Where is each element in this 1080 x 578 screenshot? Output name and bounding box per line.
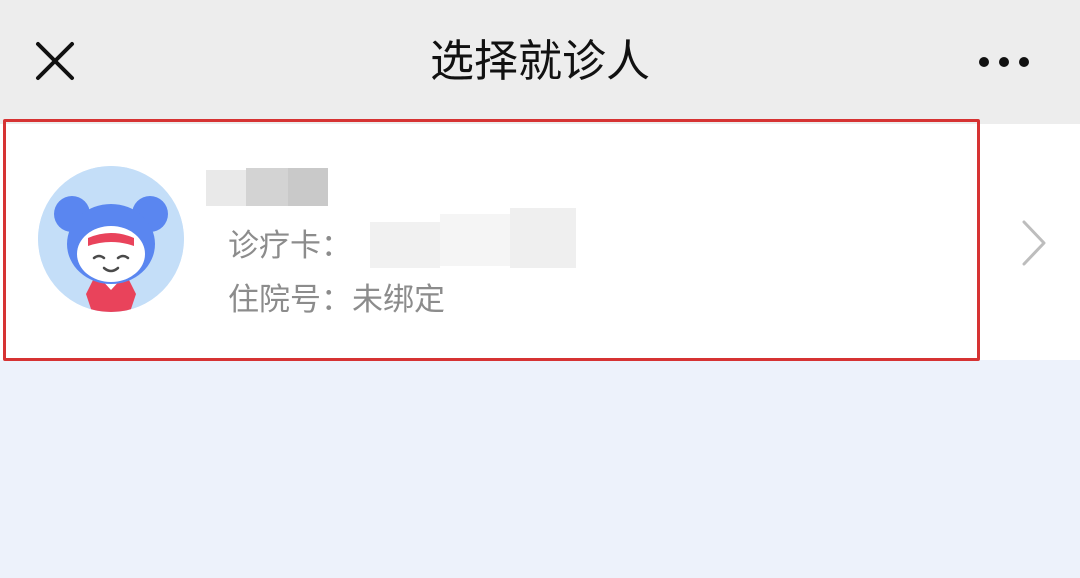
card-number-label: 诊疗卡： — [228, 228, 352, 264]
more-dots-icon — [979, 57, 1029, 67]
card-number-redacted — [370, 208, 576, 272]
cartoon-avatar-icon — [38, 166, 184, 312]
patient-name-redacted — [206, 166, 328, 208]
inpatient-value: 未绑定 — [352, 282, 445, 318]
chevron-right-icon — [1016, 218, 1050, 268]
inpatient-row: 住院号：未绑定 — [228, 280, 445, 320]
avatar — [38, 166, 184, 312]
page-title: 选择就诊人 — [430, 36, 650, 87]
inpatient-label: 住院号： — [228, 282, 352, 318]
more-options-button[interactable] — [968, 42, 1040, 82]
top-bar: 选择就诊人 — [0, 0, 1080, 124]
